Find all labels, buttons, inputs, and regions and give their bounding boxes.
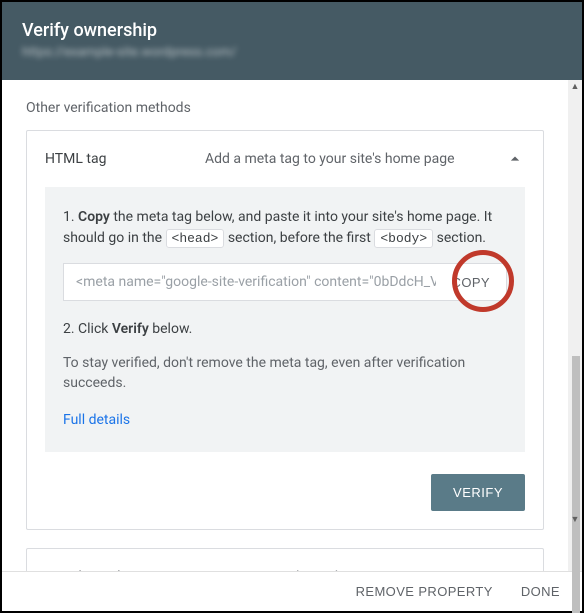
verify-row: VERIFY [45, 474, 525, 511]
dialog-footer: REMOVE PROPERTY DONE [2, 571, 582, 611]
card-google-analytics: Google Analytics Use your Google Analyti… [26, 548, 544, 571]
step1-prefix: 1. [63, 209, 78, 225]
verify-button[interactable]: VERIFY [431, 474, 525, 511]
step1-bold: Copy [78, 209, 110, 225]
dialog-title: Verify ownership [22, 20, 562, 41]
meta-tag-value[interactable]: <meta name="google-site-verification" co… [64, 264, 436, 300]
remove-property-button[interactable]: REMOVE PROPERTY [356, 584, 493, 599]
section-label: Other verification methods [26, 100, 544, 116]
content-scroll[interactable]: Other verification methods HTML tag Add … [2, 80, 568, 571]
stay-verified-note: To stay verified, don't remove the meta … [63, 354, 507, 393]
dialog-frame: Verify ownership https://example-site.wo… [0, 0, 584, 613]
copy-button[interactable]: COPY [436, 265, 506, 300]
card-header-ga[interactable]: Google Analytics Use your Google Analyti… [27, 549, 543, 571]
dialog-header: Verify ownership https://example-site.wo… [2, 2, 582, 80]
card-title: HTML tag [45, 151, 205, 167]
outer-scrollbar[interactable]: ▲ ▼ [568, 80, 582, 571]
step1-end: section. [433, 230, 486, 246]
card-desc: Add a meta tag to your site's home page [205, 151, 505, 167]
scrollbar-thumb[interactable] [572, 356, 580, 613]
code-body: <body> [374, 229, 433, 248]
chevron-up-icon [505, 149, 525, 169]
step-1: 1. Copy the meta tag below, and paste it… [63, 207, 507, 249]
step1-mid2: section, before the first [224, 230, 374, 246]
card-body-html-tag: 1. Copy the meta tag below, and paste it… [27, 187, 543, 529]
body-wrap: Other verification methods HTML tag Add … [2, 80, 582, 571]
full-details-link[interactable]: Full details [63, 412, 130, 428]
instructions-block: 1. Copy the meta tag below, and paste it… [45, 187, 525, 452]
done-button[interactable]: DONE [521, 584, 560, 599]
step2-bold: Verify [112, 321, 149, 337]
scroll-up-arrow-icon[interactable]: ▲ [570, 82, 580, 92]
step2-end: below. [149, 321, 193, 337]
meta-tag-row: <meta name="google-site-verification" co… [63, 263, 507, 301]
step-2: 2. Click Verify below. [63, 319, 507, 340]
dialog-subtitle: https://example-site.wordpress.com/ [22, 45, 562, 60]
scroll-down-arrow-icon[interactable]: ▼ [570, 515, 580, 525]
card-header-html-tag[interactable]: HTML tag Add a meta tag to your site's h… [27, 131, 543, 187]
card-html-tag: HTML tag Add a meta tag to your site's h… [26, 130, 544, 530]
code-head: <head> [166, 229, 225, 248]
step2-prefix: 2. Click [63, 321, 112, 337]
